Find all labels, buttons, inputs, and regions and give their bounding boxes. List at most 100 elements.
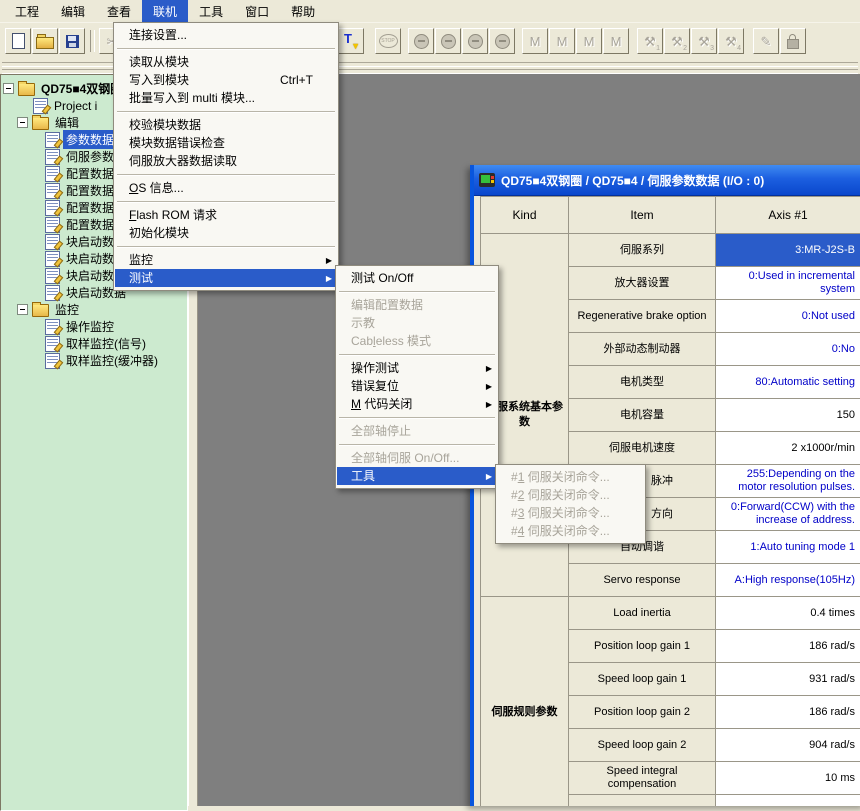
menu-item-#2-伺服关闭命令...[interactable]: #2 伺服关闭命令... (497, 486, 644, 504)
menu-item-#4-伺服关闭命令...[interactable]: #4 伺服关闭命令... (497, 522, 644, 540)
menubar-item-工程[interactable]: 工程 (4, 0, 50, 22)
save-file-icon (66, 35, 79, 48)
menu-item-Flash-ROM-请求[interactable]: Flash ROM 请求 (115, 206, 337, 224)
operation-4-button[interactable] (489, 28, 515, 54)
value-cell[interactable]: 186 rad/s (716, 630, 860, 663)
menu-separator (115, 44, 337, 53)
m-code-1-icon: M (530, 35, 541, 48)
tree-item-取样监控(缓冲器)[interactable]: 取样监控(缓冲器) (1, 352, 187, 369)
open-file-icon (36, 37, 54, 49)
menubar-item-帮助[interactable]: 帮助 (280, 0, 326, 22)
edit-data-button[interactable]: ✎ (753, 28, 779, 54)
value-cell[interactable]: 0:Used in incremental system (716, 267, 860, 300)
operation-2-button[interactable] (435, 28, 461, 54)
write-to-module-button[interactable] (338, 28, 364, 54)
menu-item-错误复位[interactable]: 错误复位▶ (337, 377, 497, 395)
value-cell[interactable]: 80:Automatic setting (716, 366, 860, 399)
new-file-button[interactable] (5, 28, 31, 54)
lock-icon (787, 39, 799, 49)
m-code-3-button[interactable]: M (576, 28, 602, 54)
value-cell[interactable]: 931 rad/s (716, 663, 860, 696)
test-tool-2-button[interactable]: ⚒2 (664, 28, 690, 54)
save-file-button[interactable] (59, 28, 85, 54)
menu-item-校验模块数据[interactable]: 校验模块数据 (115, 116, 337, 134)
column-header-Item: Item (569, 197, 716, 234)
menu-item-OS-信息...[interactable]: OS 信息... (115, 179, 337, 197)
tree-expander-icon[interactable] (17, 117, 28, 128)
menu-item-Cableless-模式[interactable]: Cableless 模式 (337, 332, 497, 350)
operation-1-button[interactable] (408, 28, 434, 54)
menu-item-M-代码关闭[interactable]: M 代码关闭▶ (337, 395, 497, 413)
menu-separator (115, 107, 337, 116)
m-code-1-button[interactable]: M (522, 28, 548, 54)
test-tool-3-button[interactable]: ⚒3 (691, 28, 717, 54)
operation-3-button[interactable] (462, 28, 488, 54)
value-cell[interactable]: 3:MR-J2S-B (716, 234, 860, 267)
menubar-item-窗口[interactable]: 窗口 (234, 0, 280, 22)
value-cell[interactable]: 186 rad/s (716, 696, 860, 729)
menu-item-全部轴伺服-On/Off...[interactable]: 全部轴伺服 On/Off... (337, 449, 497, 467)
menubar-item-查看[interactable]: 查看 (96, 0, 142, 22)
menu-item-监控[interactable]: 监控▶ (115, 251, 337, 269)
monitor-stop-button[interactable] (375, 28, 401, 54)
submenu-arrow-icon: ▶ (486, 378, 492, 396)
menu-item-读取从模块[interactable]: 读取从模块 (115, 53, 337, 71)
test-tool-4-button[interactable]: ⚒4 (718, 28, 744, 54)
value-cell[interactable]: A:High response(105Hz) (716, 564, 860, 597)
open-file-button[interactable] (32, 28, 58, 54)
tree-expander-icon[interactable] (17, 304, 28, 315)
menu-item-初始化模块[interactable]: 初始化模块 (115, 224, 337, 242)
item-cell: 外部动态制动器 (569, 333, 716, 366)
menu-item-测试[interactable]: 测试▶ (115, 269, 337, 287)
data-file-icon (45, 234, 60, 250)
tree-item-取样监控(信号)[interactable]: 取样监控(信号) (1, 335, 187, 352)
menu-item-全部轴停止[interactable]: 全部轴停止 (337, 422, 497, 440)
value-cell[interactable]: 1:Auto tuning mode 1 (716, 531, 860, 564)
monitor-stop-icon (379, 34, 398, 48)
item-cell: Regenerative brake option (569, 300, 716, 333)
edit-data-icon: ✎ (761, 35, 772, 48)
value-cell[interactable] (716, 795, 860, 807)
tree-item-监控[interactable]: 监控 (1, 301, 187, 318)
operation-1-icon (414, 34, 429, 49)
menu-item-示教[interactable]: 示教 (337, 314, 497, 332)
m-code-4-button[interactable]: M (603, 28, 629, 54)
test-submenu: 测试 On/Off 编辑配置数据示教Cableless 模式操作测试▶错误复位▶M… (335, 265, 499, 489)
toolbar-gap (630, 41, 637, 42)
value-cell[interactable]: 0:Forward(CCW) with the increase of addr… (716, 498, 860, 531)
value-cell[interactable]: 255:Depending on the motor resolution pu… (716, 465, 860, 498)
value-cell[interactable]: 150 (716, 399, 860, 432)
servo-window-titlebar[interactable]: QD75■4双钢圈 / QD75■4 / 伺服参数数据 (I/O : 0) (474, 165, 860, 196)
menubar-item-编辑[interactable]: 编辑 (50, 0, 96, 22)
menu-separator (115, 170, 337, 179)
menu-item-批量写入到-multi-模块...[interactable]: 批量写入到 multi 模块... (115, 89, 337, 107)
value-cell[interactable]: 10 ms (716, 762, 860, 795)
menu-item-写入到模块[interactable]: 写入到模块Ctrl+T (115, 71, 337, 89)
menubar-item-工具[interactable]: 工具 (188, 0, 234, 22)
data-file-icon (45, 251, 60, 267)
menu-item-#1-伺服关闭命令...[interactable]: #1 伺服关闭命令... (497, 468, 644, 486)
data-file-icon (45, 200, 60, 216)
test-tool-1-button[interactable]: ⚒1 (637, 28, 663, 54)
tree-item-操作监控[interactable]: 操作监控 (1, 318, 187, 335)
menu-item-测试-On/Off[interactable]: 测试 On/Off (337, 269, 497, 287)
m-code-2-button[interactable]: M (549, 28, 575, 54)
data-file-icon (45, 183, 60, 199)
menu-item-模块数据错误检查[interactable]: 模块数据错误检查 (115, 134, 337, 152)
tree-expander-icon[interactable] (3, 83, 14, 94)
menubar-item-联机[interactable]: 联机 (142, 0, 188, 22)
value-cell[interactable]: 0:No (716, 333, 860, 366)
value-cell[interactable]: 2 x1000r/min (716, 432, 860, 465)
menu-item-伺服放大器数据读取[interactable]: 伺服放大器数据读取 (115, 152, 337, 170)
menu-item-#3-伺服关闭命令...[interactable]: #3 伺服关闭命令... (497, 504, 644, 522)
servo-window-title: QD75■4双钢圈 / QD75■4 / 伺服参数数据 (I/O : 0) (501, 172, 764, 189)
menu-item-操作测试[interactable]: 操作测试▶ (337, 359, 497, 377)
value-cell[interactable]: 904 rad/s (716, 729, 860, 762)
new-file-icon (12, 33, 25, 49)
menu-item-连接设置...[interactable]: 连接设置... (115, 26, 337, 44)
lock-button[interactable] (780, 28, 806, 54)
value-cell[interactable]: 0:Not used (716, 300, 860, 333)
menu-item-编辑配置数据[interactable]: 编辑配置数据 (337, 296, 497, 314)
menu-item-工具[interactable]: 工具▶ (337, 467, 497, 485)
value-cell[interactable]: 0.4 times (716, 597, 860, 630)
